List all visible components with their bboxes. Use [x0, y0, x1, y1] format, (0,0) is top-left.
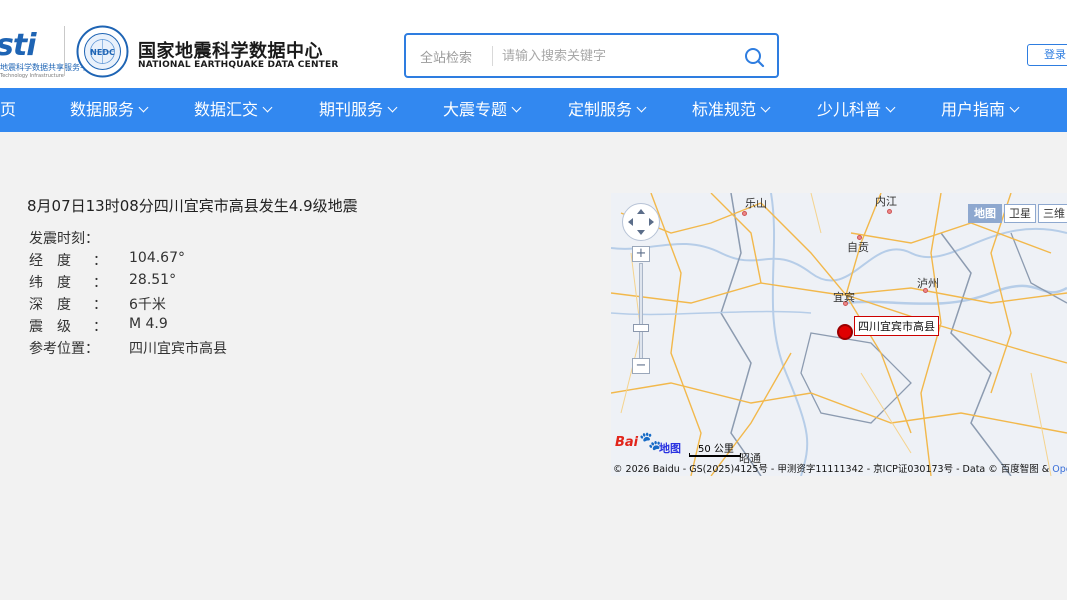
zoom-slider-handle[interactable] — [633, 324, 649, 332]
nav-home[interactable]: 页 — [0, 88, 16, 132]
baidu-logo[interactable]: Bai — [615, 435, 638, 450]
seal-text: NEDC — [90, 48, 115, 57]
nav-label: 期刊服务 — [319, 100, 384, 119]
info-value: 四川宜宾市高县 — [129, 341, 227, 357]
main-nav: 页 数据服务 数据汇交 期刊服务 大震专题 定制服务 标准规范 少儿科普 用户指… — [0, 88, 1067, 132]
city-dot — [887, 209, 892, 214]
nav-custom-services[interactable]: 定制服务 — [568, 88, 647, 132]
nav-label: 数据服务 — [70, 100, 135, 119]
platform-logo-subtitle-en: Technology Infrastructure — [0, 73, 64, 79]
nav-standards[interactable]: 标准规范 — [692, 88, 771, 132]
nav-data-services[interactable]: 数据服务 — [70, 88, 149, 132]
platform-logo[interactable]: sti 地震科学数据共享服务平台 Technology Infrastructu… — [0, 28, 96, 80]
nav-label: 用户指南 — [941, 100, 1006, 119]
site-header: sti 地震科学数据共享服务平台 Technology Infrastructu… — [0, 0, 1067, 88]
nav-user-guide[interactable]: 用户指南 — [941, 88, 1020, 132]
site-search: 全站检索 — [404, 33, 779, 78]
map-copyright-text: © 2026 Baidu - GS(2025)4125号 - 甲测资字11111… — [613, 464, 1050, 475]
platform-logo-mark: sti — [0, 28, 36, 63]
info-colon: ： — [93, 319, 107, 335]
map-type-satellite[interactable]: 卫星 — [1004, 204, 1036, 223]
nav-label: 定制服务 — [568, 100, 633, 119]
city-label-yibin: 宜宾 — [833, 291, 855, 304]
info-label: 参考位置： — [29, 341, 99, 357]
info-value: M 4.9 — [129, 316, 168, 332]
city-label-leshan: 乐山 — [745, 197, 767, 210]
page-title: 8月07日13时08分四川宜宾市高县发生4.9级地震 — [27, 197, 358, 215]
info-colon: ： — [93, 275, 107, 291]
chevron-down-icon — [138, 102, 149, 113]
city-label-neijiang: 内江 — [875, 195, 897, 208]
epicenter-label: 四川宜宾市高县 — [854, 316, 939, 336]
nav-label: 标准规范 — [692, 100, 757, 119]
search-icon[interactable] — [742, 45, 766, 69]
nav-kids-science[interactable]: 少儿科普 — [817, 88, 896, 132]
map-pan-control[interactable] — [622, 203, 660, 241]
search-scope-label[interactable]: 全站检索 — [420, 47, 472, 66]
map-type-3d[interactable]: 三维 — [1038, 204, 1067, 223]
login-button[interactable]: 登录 — [1027, 44, 1067, 66]
baidu-map-text: 地图 — [659, 442, 681, 455]
openstreetmap-link[interactable]: Ope — [1052, 464, 1067, 475]
info-value: 104.67° — [129, 250, 185, 266]
nav-journal-services[interactable]: 期刊服务 — [319, 88, 398, 132]
logo-divider — [64, 26, 65, 76]
nedc-seal-logo[interactable]: NEDC — [76, 25, 129, 78]
map-copyright: © 2026 Baidu - GS(2025)4125号 - 甲测资字11111… — [613, 461, 1067, 475]
info-colon: ： — [93, 297, 107, 313]
nav-data-submission[interactable]: 数据汇交 — [194, 88, 273, 132]
chevron-down-icon — [885, 102, 896, 113]
chevron-down-icon — [760, 102, 771, 113]
nav-label: 大震专题 — [443, 100, 508, 119]
nav-label: 少儿科普 — [817, 100, 882, 119]
org-name-en: NATIONAL EARTHQUAKE DATA CENTER — [138, 60, 339, 70]
nav-major-earthquakes[interactable]: 大震专题 — [443, 88, 522, 132]
city-dot — [742, 211, 747, 216]
info-value: 28.51° — [129, 272, 177, 288]
chevron-down-icon — [1009, 102, 1020, 113]
nav-label: 页 — [0, 100, 17, 119]
info-label: 发震时刻： — [29, 231, 99, 247]
search-divider — [492, 46, 493, 66]
info-colon: ： — [93, 253, 107, 269]
zoom-slider[interactable] — [639, 263, 643, 361]
chevron-down-icon — [262, 102, 273, 113]
map-scale-bar — [689, 453, 741, 457]
info-value: 6千米 — [129, 297, 166, 313]
city-label-zigong: 自贡 — [847, 241, 869, 254]
chevron-down-icon — [387, 102, 398, 113]
pan-arrows-icon — [628, 209, 654, 235]
epicenter-marker[interactable] — [837, 324, 853, 340]
chevron-down-icon — [511, 102, 522, 113]
zoom-out-button[interactable]: − — [632, 358, 650, 374]
map-type-map[interactable]: 地图 — [968, 204, 1002, 223]
zoom-in-button[interactable]: + — [632, 246, 650, 262]
epicenter-map[interactable]: 乐山 内江 自贡 泸州 宜宾 昭通 + − 地图 卫星 三维 四川宜宾市高县 B… — [611, 193, 1067, 476]
search-input[interactable] — [502, 41, 722, 71]
chevron-down-icon — [636, 102, 647, 113]
nav-label: 数据汇交 — [194, 100, 259, 119]
city-label-luzhou: 泸州 — [917, 277, 939, 290]
